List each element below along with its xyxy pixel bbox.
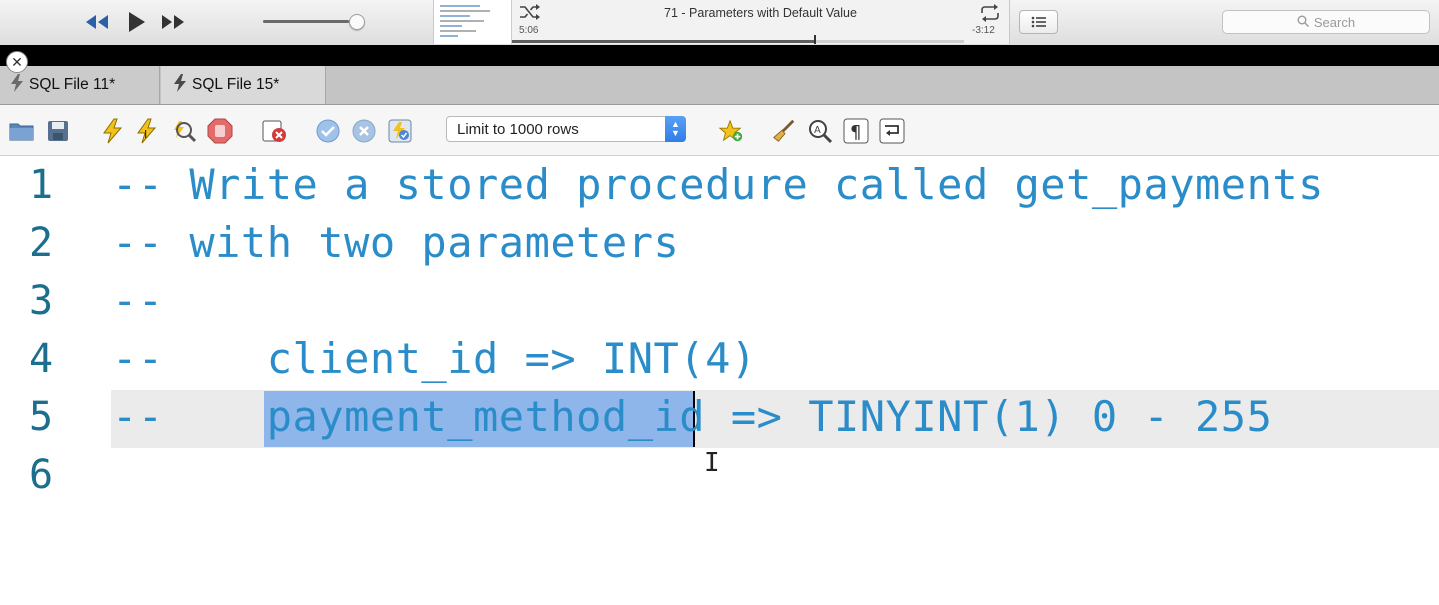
svg-text:¶: ¶: [850, 122, 861, 143]
code-line[interactable]: 1 -- Write a stored procedure called get…: [0, 156, 1439, 214]
window-separator: [0, 45, 1439, 66]
line-number: 5: [29, 394, 54, 440]
beautify-icon[interactable]: [771, 118, 797, 144]
line-number: 3: [29, 278, 54, 324]
line-number: 4: [29, 336, 54, 382]
commit-icon[interactable]: [315, 118, 341, 144]
sql-editor-toolbar: I Limit to 1000 rows ▲ ▼ A ¶: [0, 105, 1439, 156]
elapsed-time: 5:06: [519, 25, 539, 36]
wrap-lines-icon[interactable]: [879, 118, 905, 144]
repeat-icon[interactable]: [979, 4, 1001, 26]
code-line[interactable]: 4 -- client_id => INT(4): [0, 330, 1439, 388]
code-text: -- client_id => INT(4): [112, 334, 757, 383]
code-line[interactable]: 3 --: [0, 272, 1439, 330]
search-icon: [1297, 15, 1309, 30]
ibeam-cursor-icon: I: [704, 448, 720, 478]
line-number: 1: [29, 162, 54, 208]
code-line[interactable]: 2 -- with two parameters: [0, 214, 1439, 272]
remaining-time: -3:12: [972, 25, 995, 36]
limit-rows-value: Limit to 1000 rows: [457, 120, 579, 138]
sql-file-icon: [173, 74, 187, 96]
sql-editor[interactable]: 1 -- Write a stored procedure called get…: [0, 156, 1439, 605]
fast-forward-icon[interactable]: [159, 10, 187, 34]
video-thumbnail[interactable]: [434, 0, 512, 44]
search-placeholder: Search: [1313, 14, 1356, 30]
close-icon[interactable]: ✕: [6, 51, 28, 73]
execute-current-icon[interactable]: I: [134, 118, 160, 144]
limit-rows-select[interactable]: Limit to 1000 rows ▲ ▼: [446, 116, 686, 142]
tab-sql-file-15[interactable]: SQL File 15*: [161, 66, 326, 104]
tab-bar: SQL File 11* SQL File 15*: [0, 66, 1439, 105]
now-playing-title: 71 - Parameters with Default Value: [664, 6, 857, 20]
save-icon[interactable]: [45, 118, 71, 144]
stop-icon[interactable]: [207, 118, 233, 144]
autocommit-icon[interactable]: [387, 118, 413, 144]
code-line[interactable]: 5 -- payment_method_id => TINYINT(1) 0 -…: [0, 388, 1439, 446]
tab-label: SQL File 15*: [192, 76, 280, 93]
search-input[interactable]: Search: [1222, 10, 1430, 34]
line-number: 6: [29, 452, 54, 498]
volume-slider[interactable]: [263, 20, 356, 23]
invisibles-icon[interactable]: ¶: [843, 118, 869, 144]
toggle-error-stop-icon[interactable]: [261, 118, 287, 144]
now-playing-display: 71 - Parameters with Default Value 5:06 …: [433, 0, 1010, 44]
tab-label: SQL File 11*: [29, 76, 116, 93]
svg-text:I: I: [144, 128, 147, 141]
list-icon[interactable]: [1019, 10, 1058, 34]
explain-icon[interactable]: [170, 118, 196, 144]
find-icon[interactable]: A: [807, 118, 833, 144]
svg-text:A: A: [814, 125, 821, 136]
line-number: 2: [29, 220, 54, 266]
open-folder-icon[interactable]: [9, 118, 35, 144]
tab-sql-file-11[interactable]: SQL File 11*: [0, 66, 160, 104]
rewind-icon[interactable]: [83, 10, 111, 34]
code-text: --: [112, 276, 164, 325]
play-icon[interactable]: [122, 10, 150, 34]
rollback-icon[interactable]: [351, 118, 377, 144]
execute-icon[interactable]: [99, 118, 125, 144]
code-text: -- with two parameters: [112, 218, 680, 267]
playhead[interactable]: [814, 35, 816, 44]
add-snippet-icon[interactable]: [718, 118, 744, 144]
sql-file-icon: [10, 74, 24, 96]
volume-knob[interactable]: [349, 14, 365, 30]
code-text: -- Write a stored procedure called get_p…: [112, 160, 1324, 209]
code-text: -- payment_method_id => TINYINT(1) 0 - 2…: [112, 392, 1273, 441]
chevron-up-down-icon: ▲ ▼: [665, 116, 686, 142]
media-player-bar: 71 - Parameters with Default Value 5:06 …: [0, 0, 1439, 46]
playback-progress[interactable]: [512, 40, 964, 43]
